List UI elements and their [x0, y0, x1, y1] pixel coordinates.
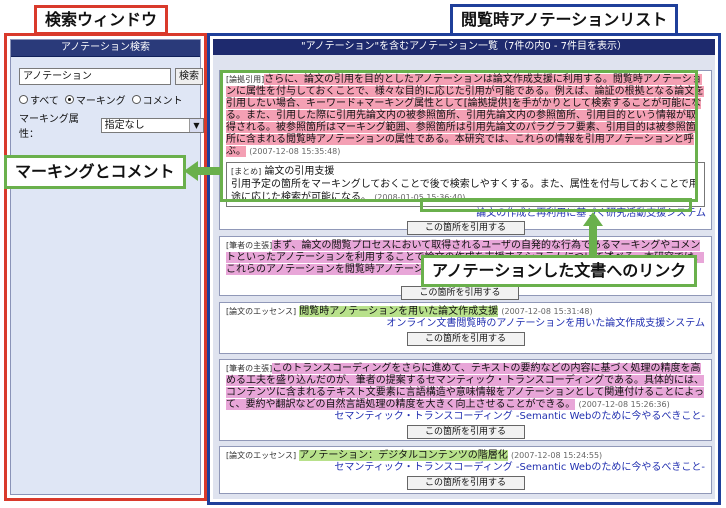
list-item: [筆者の主張]このトランスコーディングをさらに進めて、テキストの要約などの内容に… [219, 359, 712, 441]
annotation-date: (2007-12-08 15:24:55) [510, 451, 603, 460]
cite-button[interactable]: この箇所を引用する [406, 476, 525, 490]
annotation-tag: [論文のエッセンス] [226, 307, 297, 316]
chevron-down-icon: ▼ [189, 118, 203, 132]
radio-comment-label: コメント [142, 96, 183, 107]
document-link-highlight [420, 198, 692, 212]
cite-button[interactable]: この箇所を引用する [406, 425, 525, 439]
annotation-date: (2007-12-08 15:31:48) [501, 307, 593, 316]
annotation-tag: [筆者の主張] [226, 241, 273, 250]
search-window: アノテーション検索 アノテーション 検索 すべて マーキング コメント マーキン… [4, 33, 207, 501]
radio-comment[interactable]: コメント [131, 92, 183, 107]
marking-arrow-icon [184, 161, 222, 181]
list-header: "アノテーション"を含むアノテーション一覧（7件の内0 - 7件目を表示） [213, 39, 715, 55]
link-arrow-icon [583, 212, 603, 258]
marking-attr-row: マーキング属性： 指定なし ▼ [19, 110, 204, 140]
radio-all-dot [19, 95, 28, 104]
marking-attr-select[interactable]: 指定なし ▼ [100, 117, 204, 133]
search-button[interactable]: 検索 [175, 68, 203, 85]
search-header: アノテーション検索 [11, 40, 200, 57]
annotation-tag: [論文のエッセンス] [226, 451, 297, 460]
annotation-tag: [筆者の主張] [226, 364, 273, 373]
radio-all-label: すべて [30, 96, 59, 107]
marking-comment-highlight [220, 70, 698, 202]
annotation-date: (2007-12-08 15:26:36) [578, 400, 670, 409]
cite-button[interactable]: この箇所を引用する [406, 332, 525, 346]
marking-attr-label: マーキング属性： [19, 114, 79, 140]
document-link[interactable]: セマンティック・トランスコーディング -Semantic Webのために今やるべ… [226, 411, 705, 423]
list-item: [論文のエッセンス] アノテーション：デジタルコンテンツの階層化 (2007-1… [219, 446, 712, 494]
marked-text: アノテーション：デジタルコンテンツの階層化 [299, 450, 508, 461]
callout-marking-comment: マーキングとコメント [4, 155, 186, 189]
callout-search-window: 検索ウィンドウ [34, 5, 169, 35]
document-link[interactable]: オンライン文書閲覧時のアノテーションを用いた論文作成支援システム [226, 318, 705, 330]
radio-marking-dot [64, 95, 74, 104]
callout-annotation-list: 閲覧時アノテーションリスト [450, 4, 679, 36]
callout-document-link: アノテーションした文書へのリンク [421, 255, 698, 287]
search-panel: アノテーション検索 [10, 39, 201, 495]
radio-marking[interactable]: マーキング [64, 92, 126, 107]
search-input[interactable]: アノテーション [19, 68, 171, 85]
radio-comment-dot [131, 95, 141, 104]
cite-button[interactable]: この箇所を引用する [401, 286, 519, 300]
search-type-radios: すべて マーキング コメント [19, 92, 183, 107]
cite-button[interactable]: この箇所を引用する [406, 221, 525, 235]
radio-marking-label: マーキング [75, 96, 126, 107]
list-item: [論文のエッセンス] 閲覧時アノテーションを用いた論文作成支援 (2007-12… [219, 302, 712, 354]
radio-all[interactable]: すべて [19, 92, 59, 107]
marked-text: 閲覧時アノテーションを用いた論文作成支援 [299, 306, 499, 317]
document-link[interactable]: セマンティック・トランスコーディング -Semantic Webのために今やるべ… [226, 462, 705, 474]
marking-attr-value: 指定なし [104, 119, 145, 131]
